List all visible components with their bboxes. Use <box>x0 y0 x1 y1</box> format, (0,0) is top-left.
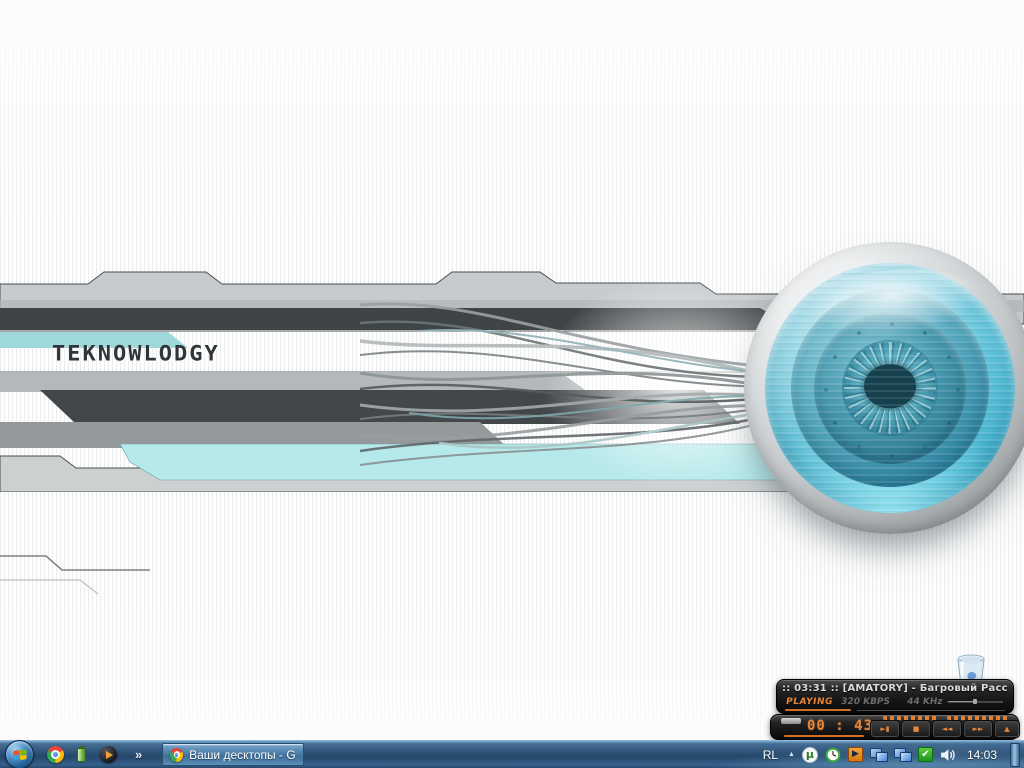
player-drag-chip[interactable] <box>781 718 801 724</box>
wallpaper-brand-text: TEKNOWLODGY <box>52 343 220 367</box>
chrome-icon[interactable] <box>47 746 64 763</box>
aimp-tray-icon[interactable]: ▶ <box>848 747 863 762</box>
start-button[interactable] <box>5 740 34 768</box>
desktop: TEKNOWLODGY <box>0 0 1024 768</box>
task-scheduler-icon[interactable] <box>825 747 841 763</box>
player-segment-meter-right <box>947 716 1009 720</box>
aimp-launcher-icon[interactable] <box>100 746 117 763</box>
player-status: PLAYING <box>785 697 833 707</box>
utorrent-icon[interactable]: µ <box>802 747 818 763</box>
player-bitrate: 320 KBPS <box>840 697 890 707</box>
wallpaper-accent-shape <box>0 548 150 598</box>
taskbar-edge-button[interactable] <box>1010 743 1020 767</box>
wallpaper-wires-graphic <box>360 293 790 478</box>
volume-icon[interactable] <box>940 748 957 762</box>
player-segment-meter-left <box>883 716 939 720</box>
taskbar-window-label: Ваши десктопы - G... <box>189 748 296 762</box>
tray-clock[interactable]: 14:03 <box>967 748 997 762</box>
play-pause-button[interactable]: ►▮ <box>871 721 899 737</box>
rewind-button[interactable]: ◄◄ <box>933 721 961 737</box>
forward-button[interactable]: ►► <box>964 721 992 737</box>
network-status-2-icon[interactable] <box>894 748 911 762</box>
player-elapsed-time: 00 : 43 <box>807 718 873 734</box>
taskbar-window-button[interactable]: Ваши десктопы - G... <box>162 743 304 766</box>
language-indicator[interactable]: RL <box>760 746 781 764</box>
taskbar: » Ваши десктопы - G... RL ▲ µ ▶ ✔ <box>0 740 1024 768</box>
player-volume-slider[interactable] <box>947 701 1003 703</box>
wallpaper-lens-eye <box>744 242 1024 534</box>
chrome-icon <box>170 748 183 762</box>
quick-launch-bar: » <box>47 746 142 763</box>
network-status-icon[interactable] <box>870 748 887 762</box>
player-status-underline <box>785 709 851 711</box>
player-info-panel: :: 03:31 :: [AMATORY] - Багровый Рассвет… <box>776 679 1014 714</box>
windows-flag-icon <box>12 747 28 763</box>
quick-launch-overflow-chevron[interactable]: » <box>135 747 142 762</box>
player-control-panel: 00 : 43 ►▮ ■ ◄◄ ►► ▲ <box>770 714 1019 740</box>
stop-button[interactable]: ■ <box>902 721 930 737</box>
security-check-icon[interactable]: ✔ <box>918 747 933 762</box>
player-progress-bar[interactable] <box>784 735 864 737</box>
tray-expand-arrow-icon[interactable]: ▲ <box>788 751 795 758</box>
player-track-title: :: 03:31 :: [AMATORY] - Багровый Рассвет… <box>782 683 1008 694</box>
player-sample-rate: 44 KHz <box>906 697 943 707</box>
player-divider-line <box>857 710 1005 711</box>
eject-button[interactable]: ▲ <box>995 721 1019 737</box>
system-tray: RL ▲ µ ▶ ✔ 14:03 <box>760 743 1021 767</box>
battery-app-icon[interactable] <box>74 746 90 763</box>
